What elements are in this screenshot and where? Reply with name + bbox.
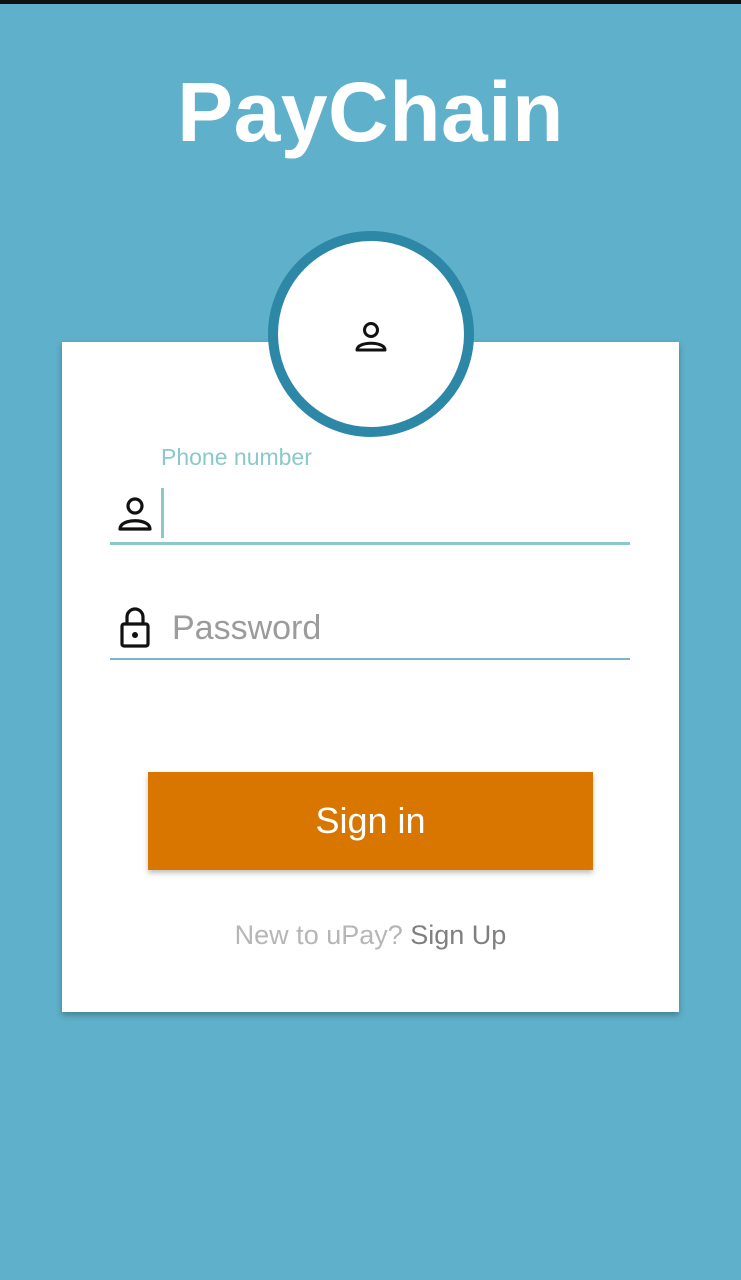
- password-field-underline: [110, 658, 630, 660]
- login-card: [62, 342, 679, 1012]
- phone-field-label: Phone number: [161, 444, 312, 470]
- sign-up-link[interactable]: Sign Up: [410, 920, 506, 950]
- person-icon: [355, 322, 387, 352]
- password-input[interactable]: [168, 600, 620, 656]
- phone-number-input[interactable]: [168, 487, 620, 539]
- signup-prompt-text: New to uPay?: [234, 920, 411, 950]
- signup-prompt-line: New to uPay? Sign Up: [0, 920, 741, 951]
- avatar: [268, 231, 474, 437]
- lock-icon: [120, 607, 150, 648]
- status-bar-strip: [0, 0, 741, 4]
- person-icon: [118, 497, 152, 531]
- sign-in-button[interactable]: Sign in: [148, 772, 593, 870]
- phone-field[interactable]: [110, 483, 630, 545]
- password-field[interactable]: [110, 600, 630, 660]
- phone-field-underline: [110, 542, 630, 545]
- text-caret: [161, 488, 164, 538]
- app-title: PayChain: [177, 65, 564, 159]
